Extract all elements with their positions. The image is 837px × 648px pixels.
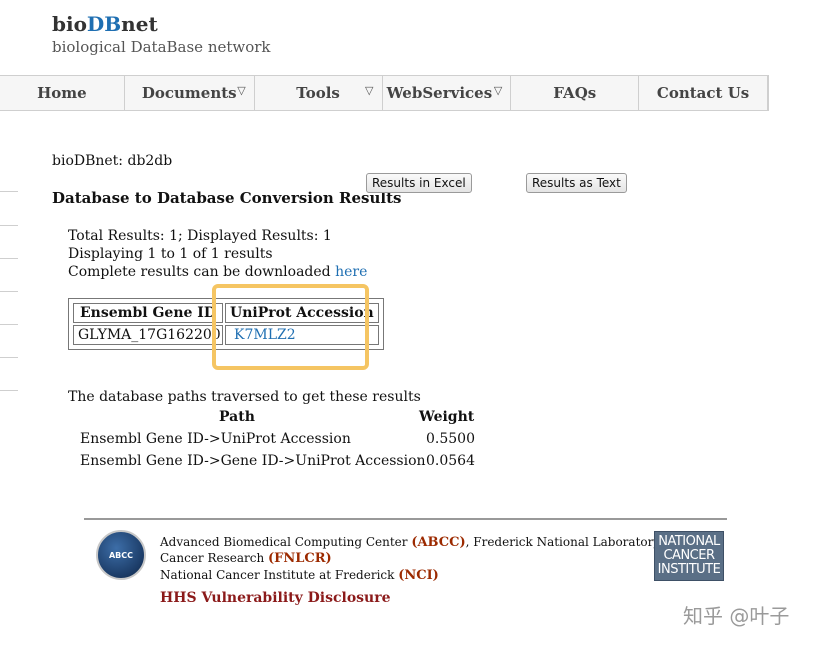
main-nav: Home Documents ▽ Tools ▽ WebServices ▽ F… <box>0 75 769 111</box>
nav-contact-us[interactable]: Contact Us <box>639 76 768 110</box>
total-results-text: Total Results: 1; Displayed Results: 1 <box>68 228 332 244</box>
site-subtitle: biological DataBase network <box>52 38 271 56</box>
chevron-down-icon[interactable]: ▽ <box>365 84 373 97</box>
path-row-2: Ensembl Gene ID->Gene ID->UniProt Access… <box>80 453 426 469</box>
download-prefix: Complete results can be downloaded <box>68 264 336 280</box>
path-column-header: Path <box>219 409 255 425</box>
abcc-logo[interactable]: ABCC <box>96 530 146 580</box>
column-header-ensembl-gene-id: Ensembl Gene ID <box>73 303 223 323</box>
weight-column-header: Weight <box>419 409 475 425</box>
sidebar-divider <box>0 258 18 259</box>
nav-home[interactable]: Home <box>0 76 125 110</box>
page-title: Database to Database Conversion Results <box>52 189 402 207</box>
nav-tools[interactable]: Tools ▽ <box>255 76 383 110</box>
highlight-box <box>212 284 369 370</box>
footer-text: , Frederick National Laboratory for <box>465 535 682 549</box>
paths-intro-text: The database paths traversed to get thes… <box>68 389 421 405</box>
brand-prefix: bio <box>52 12 87 36</box>
nav-faqs[interactable]: FAQs <box>511 76 640 110</box>
nav-documents-label: Documents <box>141 84 237 102</box>
results-in-excel-button[interactable]: Results in Excel <box>366 173 472 193</box>
brand-db: DB <box>86 12 122 36</box>
footer-text: National Cancer Institute at Frederick <box>160 568 399 582</box>
nav-webservices-label: WebServices <box>386 84 493 102</box>
chevron-down-icon[interactable]: ▽ <box>237 84 245 97</box>
nav-webservices[interactable]: WebServices ▽ <box>383 76 512 110</box>
nav-tools-label: Tools <box>296 84 340 102</box>
ensembl-gene-id-cell: GLYMA_17G162200 <box>73 325 223 345</box>
sidebar-divider <box>0 390 18 391</box>
nci-logo-line: CANCER <box>663 548 715 563</box>
sidebar-divider <box>0 291 18 292</box>
nav-contact-label: Contact Us <box>656 84 750 102</box>
weight-row-1: 0.5500 <box>426 431 475 447</box>
weight-row-2: 0.0564 <box>426 453 475 469</box>
displaying-text: Displaying 1 to 1 of 1 results <box>68 246 273 262</box>
chevron-down-icon[interactable]: ▽ <box>494 84 502 97</box>
sidebar-divider <box>0 357 18 358</box>
footer-text: Advanced Biomedical Computing Center <box>160 535 412 549</box>
nci-logo-line: NATIONAL <box>658 534 720 549</box>
breadcrumb: bioDBnet: db2db <box>52 153 173 169</box>
results-as-text-button[interactable]: Results as Text <box>526 173 627 193</box>
download-here-link[interactable]: here <box>335 264 367 280</box>
download-text: Complete results can be downloaded here <box>68 264 367 280</box>
footer-line-2: Cancer Research (FNLCR) <box>160 551 332 566</box>
sidebar-divider <box>0 191 18 192</box>
nav-home-label: Home <box>37 84 87 102</box>
brand-suffix: net <box>121 12 158 36</box>
watermark: 知乎 @叶子 <box>683 604 790 628</box>
hhs-vulnerability-link[interactable]: HHS Vulnerability Disclosure <box>160 590 391 606</box>
sidebar-divider <box>0 324 18 325</box>
nci-logo-line: INSTITUTE <box>657 562 721 577</box>
site-logo[interactable]: bioDBnet <box>52 12 158 36</box>
path-row-1: Ensembl Gene ID->UniProt Accession <box>80 431 351 447</box>
fnlcr-abbr: (FNLCR) <box>268 551 332 566</box>
nav-documents[interactable]: Documents ▽ <box>125 76 255 110</box>
sidebar-divider <box>0 225 18 226</box>
abcc-abbr: (ABCC) <box>411 535 466 550</box>
nci-abbr: (NCI) <box>398 568 439 583</box>
nci-logo[interactable]: NATIONAL CANCER INSTITUTE <box>654 531 724 581</box>
footer-text: Cancer Research <box>160 551 268 565</box>
footer-divider <box>84 518 727 520</box>
nav-faqs-label: FAQs <box>553 84 597 102</box>
footer-line-3: National Cancer Institute at Frederick (… <box>160 568 439 583</box>
footer-line-1: Advanced Biomedical Computing Center (AB… <box>160 535 681 550</box>
